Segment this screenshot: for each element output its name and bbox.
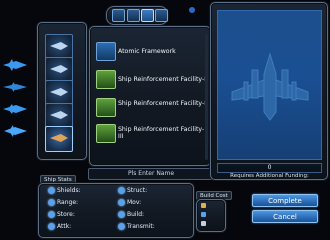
resource-icon xyxy=(201,221,206,226)
list-item[interactable]: Atomic Framework xyxy=(96,42,208,63)
funding-value: 0 xyxy=(267,164,272,171)
ship-blueprint-icon xyxy=(231,52,309,121)
stat-store: Store: xyxy=(57,211,75,218)
stat-struct: Struct: xyxy=(127,187,148,194)
stat-mov: Mov: xyxy=(127,199,142,206)
store-icon xyxy=(48,211,55,218)
list-item-label: Ship Reinforcement Facility-II xyxy=(118,100,208,107)
list-item-label: Ship Reinforcement Facility-I xyxy=(118,76,207,83)
list-item[interactable]: Ship Reinforcement Facility-I xyxy=(96,70,208,91)
facility-icon xyxy=(96,70,116,89)
name-input[interactable]: Pls Enter Name xyxy=(92,170,210,179)
resource-icon xyxy=(201,203,206,208)
framework-icon xyxy=(96,42,116,61)
stat-transmit: Transmit: xyxy=(127,223,155,230)
build-icon xyxy=(118,211,125,218)
wrench-icon[interactable] xyxy=(112,9,125,22)
tools-icon[interactable] xyxy=(155,9,168,22)
list-item-label: Ship Reinforcement Facility-III xyxy=(118,126,205,140)
facility-icon xyxy=(96,124,116,143)
list-scrollbar[interactable] xyxy=(205,34,208,160)
attack-icon xyxy=(48,223,55,230)
list-item[interactable]: Ship Reinforcement Facility-II xyxy=(96,98,208,119)
blueprint-icon[interactable] xyxy=(141,9,154,22)
decor-dot xyxy=(189,7,195,13)
movement-icon xyxy=(118,199,125,206)
range-icon xyxy=(48,199,55,206)
ship-silhouette-icon[interactable] xyxy=(2,102,28,116)
shield-icon xyxy=(48,187,55,194)
ship-silhouette-icon[interactable] xyxy=(2,80,28,94)
stat-build: Build: xyxy=(127,211,145,218)
facility-icon xyxy=(96,98,116,117)
funding-label: Requires Additional Funding: xyxy=(230,173,309,179)
stat-shields: Shields: xyxy=(57,187,81,194)
stat-attack: Attk: xyxy=(57,223,72,230)
complete-button[interactable]: Complete xyxy=(252,194,318,207)
cancel-button[interactable]: Cancel xyxy=(252,210,318,223)
structure-icon xyxy=(118,187,125,194)
resource-icon xyxy=(201,212,206,217)
list-item-label: Atomic Framework xyxy=(118,48,176,55)
ship-silhouette-icon[interactable] xyxy=(2,124,28,138)
list-item[interactable]: Ship Reinforcement Facility-III xyxy=(96,124,208,145)
transmit-icon xyxy=(118,223,125,230)
stat-range: Range: xyxy=(57,199,79,206)
ship-silhouette-icon[interactable] xyxy=(2,58,28,72)
grid-icon[interactable] xyxy=(127,9,140,22)
